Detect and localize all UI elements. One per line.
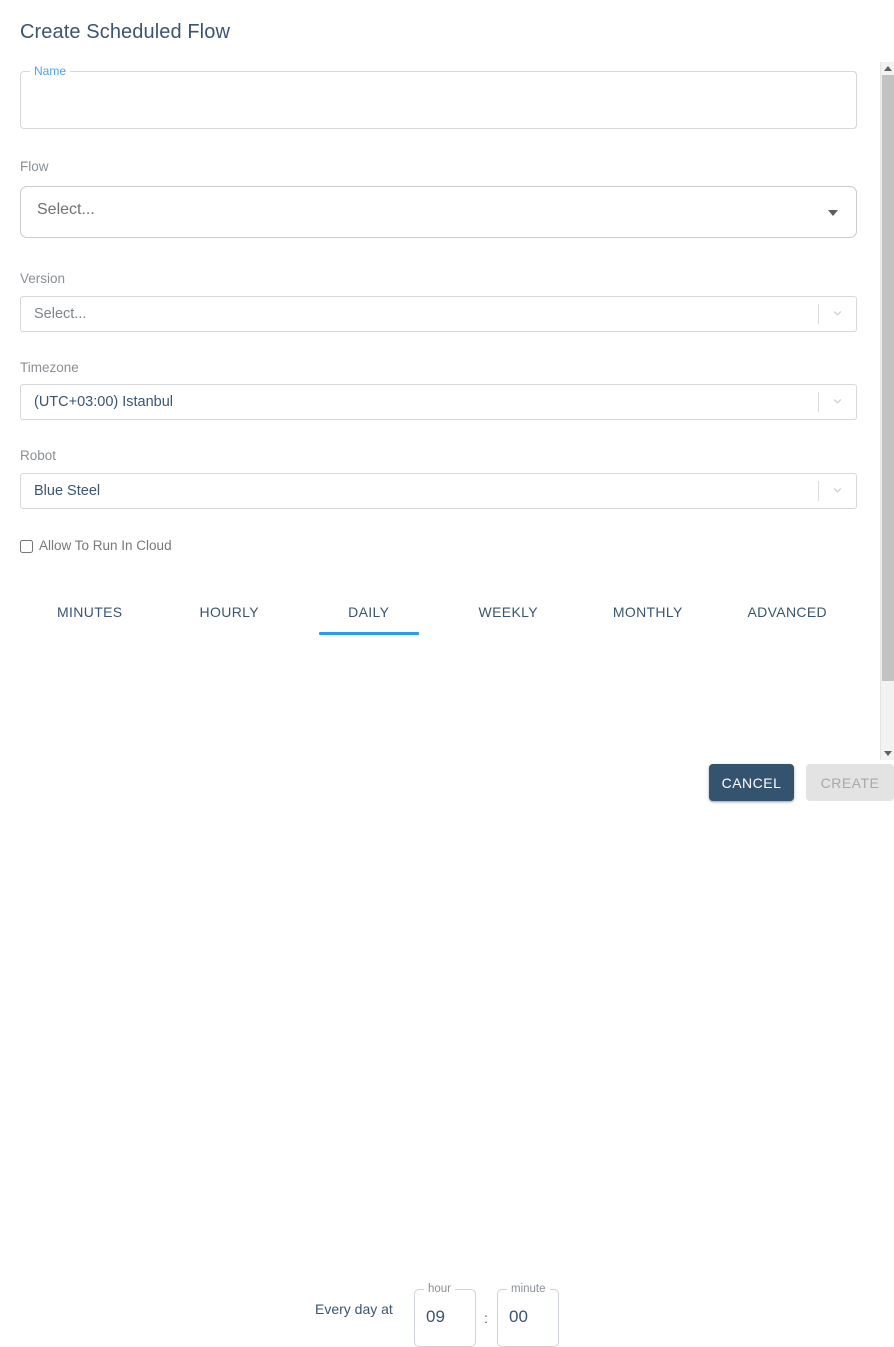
name-field[interactable]: Name <box>20 64 857 129</box>
version-label: Version <box>20 271 66 286</box>
scroll-up-arrow-icon[interactable] <box>881 62 894 75</box>
allow-cloud-row[interactable]: Allow To Run In Cloud <box>20 536 172 556</box>
minute-input-value: 00 <box>509 1307 528 1326</box>
create-button[interactable]: CREATE <box>806 764 894 801</box>
robot-select[interactable]: Blue Steel <box>20 473 857 509</box>
chevron-down-icon <box>832 308 843 319</box>
version-select-placeholder: Select... <box>34 306 87 322</box>
hour-input[interactable]: hour 09 <box>414 1282 476 1347</box>
flow-select-placeholder: Select... <box>37 201 95 218</box>
scroll-down-arrow-glyph <box>884 751 892 756</box>
every-day-at-label: Every day at <box>315 1301 393 1317</box>
flow-select[interactable]: Select... <box>20 186 857 238</box>
dialog-content: Name Flow Select... Version Select... Ti… <box>0 55 868 1347</box>
schedule-tabs: MINUTES HOURLY DAILY WEEKLY MONTHLY ADVA… <box>20 592 857 635</box>
caret-down-icon <box>828 210 838 216</box>
version-select[interactable]: Select... <box>20 296 857 332</box>
chevron-down-icon <box>832 396 843 407</box>
daily-schedule-row: Every day at hour 09 : minute 00 <box>0 640 868 1347</box>
vertical-scrollbar[interactable] <box>880 62 894 760</box>
scroll-down-arrow-icon[interactable] <box>881 747 894 760</box>
hour-input-value: 09 <box>426 1307 445 1326</box>
version-select-separator <box>818 304 819 324</box>
tab-minutes[interactable]: MINUTES <box>20 592 160 634</box>
tab-weekly[interactable]: WEEKLY <box>439 592 579 634</box>
tab-advanced[interactable]: ADVANCED <box>718 592 858 634</box>
robot-label: Robot <box>20 448 57 463</box>
create-scheduled-flow-dialog: Create Scheduled Flow Name Flow Select..… <box>0 0 894 1347</box>
tab-hourly[interactable]: HOURLY <box>160 592 300 634</box>
timezone-label: Timezone <box>20 360 79 375</box>
timezone-select-value: (UTC+03:00) Istanbul <box>34 394 174 410</box>
timezone-select[interactable]: (UTC+03:00) Istanbul <box>20 384 857 420</box>
time-separator: : <box>484 1310 488 1326</box>
scroll-up-arrow-glyph <box>884 66 892 71</box>
hour-input-label: hour <box>424 1282 456 1296</box>
robot-select-value: Blue Steel <box>34 483 101 499</box>
minute-input-label: minute <box>507 1282 550 1296</box>
allow-cloud-checkbox[interactable] <box>20 539 33 553</box>
page-title: Create Scheduled Flow <box>20 21 230 43</box>
scrollbar-thumb[interactable] <box>882 75 894 681</box>
chevron-down-icon <box>832 485 843 496</box>
robot-select-separator <box>818 481 819 501</box>
name-field-label: Name <box>30 64 71 78</box>
minute-input[interactable]: minute 00 <box>497 1282 559 1347</box>
allow-cloud-label: Allow To Run In Cloud <box>39 538 172 553</box>
cancel-button[interactable]: CANCEL <box>709 764 794 801</box>
tab-daily[interactable]: DAILY <box>299 592 439 635</box>
flow-label: Flow <box>20 159 49 174</box>
tab-monthly[interactable]: MONTHLY <box>578 592 718 634</box>
timezone-select-separator <box>818 392 819 412</box>
